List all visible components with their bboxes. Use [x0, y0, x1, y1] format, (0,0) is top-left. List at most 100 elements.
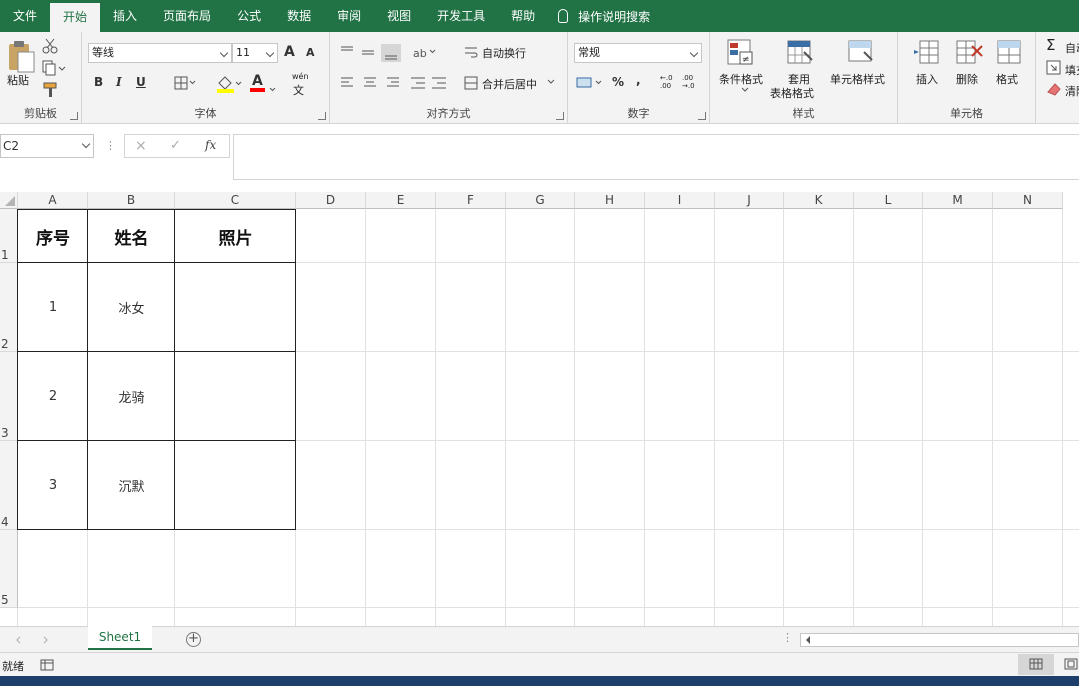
indent-icons[interactable] [410, 76, 450, 90]
insert-cells-button[interactable]: 插入 [916, 71, 938, 87]
tab-home[interactable]: 开始 [50, 3, 101, 32]
font-launcher[interactable] [318, 112, 326, 120]
chevron-down-icon[interactable] [547, 79, 555, 85]
conditional-format-button[interactable]: 条件格式 [719, 71, 763, 87]
row-header-4[interactable]: 4 [0, 441, 18, 530]
tab-file[interactable]: 文件 [0, 0, 50, 32]
tab-view[interactable]: 视图 [374, 0, 424, 32]
cell-index[interactable]: 2 [18, 352, 88, 441]
header-cell-name[interactable]: 姓名 [88, 209, 175, 263]
cell-index[interactable]: 3 [18, 441, 88, 530]
cell-photo[interactable] [175, 441, 296, 530]
column-header-g[interactable]: G [506, 192, 575, 209]
row-header-5[interactable]: 5 [0, 530, 18, 608]
format-as-table-icon[interactable] [786, 38, 814, 68]
autosum-button[interactable]: 自动 [1065, 40, 1079, 56]
number-format-dropdown[interactable]: 常规 [574, 43, 702, 63]
column-header-d[interactable]: D [296, 192, 366, 209]
format-painter-icon[interactable] [42, 82, 60, 98]
grow-font-button[interactable]: A [284, 44, 295, 60]
tab-insert[interactable]: 插入 [100, 0, 150, 32]
formula-input[interactable] [233, 134, 1079, 180]
row-header-1[interactable]: 1 [0, 209, 18, 263]
cell-styles-icon[interactable] [847, 38, 875, 68]
borders-icon[interactable] [174, 76, 196, 90]
column-header-j[interactable]: J [715, 192, 784, 209]
column-header-a[interactable]: A [18, 192, 88, 209]
font-size-dropdown[interactable]: 11 [232, 43, 278, 63]
font-color-button[interactable]: A [252, 73, 263, 89]
insert-cells-icon[interactable] [914, 38, 942, 68]
orientation-icon[interactable]: ab [412, 44, 438, 60]
cancel-icon[interactable]: × [135, 138, 147, 154]
enter-icon[interactable]: ✓ [170, 138, 181, 153]
font-name-dropdown[interactable]: 等线 [88, 43, 232, 63]
increase-decimal-button[interactable]: ←.0 .00 [660, 74, 673, 90]
row-header-3[interactable]: 3 [0, 352, 18, 441]
column-header-b[interactable]: B [88, 192, 175, 209]
merge-center-icon[interactable] [464, 76, 478, 90]
cut-icon[interactable] [42, 38, 58, 54]
tab-data[interactable]: 数据 [274, 0, 324, 32]
add-sheet-button[interactable]: + [186, 632, 201, 647]
horizontal-align-icons[interactable] [340, 76, 406, 90]
italic-button[interactable]: I [116, 75, 122, 89]
cell-name[interactable]: 龙骑 [88, 352, 175, 441]
clipboard-launcher[interactable] [70, 112, 78, 120]
column-header-l[interactable]: L [854, 192, 923, 209]
column-header-c[interactable]: C [175, 192, 296, 209]
decrease-decimal-button[interactable]: .00 →.0 [682, 74, 695, 90]
percent-button[interactable]: % [612, 75, 624, 89]
format-cells-icon[interactable] [995, 38, 1023, 68]
underline-button[interactable]: U [136, 75, 146, 89]
cell-photo[interactable] [175, 352, 296, 441]
column-header-i[interactable]: I [645, 192, 715, 209]
cell-name[interactable]: 沉默 [88, 441, 175, 530]
conditional-format-icon[interactable]: ≠ [726, 38, 754, 68]
format-cells-button[interactable]: 格式 [996, 71, 1018, 87]
column-header-n[interactable]: N [993, 192, 1063, 209]
tab-review[interactable]: 审阅 [324, 0, 374, 32]
normal-view-button[interactable] [1018, 654, 1054, 675]
insert-function-icon[interactable]: fx [205, 138, 216, 152]
scroll-left-icon[interactable] [802, 634, 814, 646]
delete-cells-button[interactable]: 删除 [956, 71, 978, 87]
row-header-2[interactable]: 2 [0, 263, 18, 352]
tab-split-grip[interactable]: ⋮ [782, 631, 793, 644]
tab-page-layout[interactable]: 页面布局 [150, 0, 224, 32]
sheet-nav-arrows-icon[interactable] [14, 635, 54, 645]
format-as-table-label-2[interactable]: 表格格式 [770, 85, 814, 101]
fill-button[interactable]: 填充 [1065, 62, 1079, 78]
fill-icon[interactable] [1046, 60, 1062, 76]
comma-button[interactable]: , [636, 73, 641, 87]
header-cell-photo[interactable]: 照片 [175, 209, 296, 263]
column-header-k[interactable]: K [784, 192, 854, 209]
currency-icon[interactable] [576, 75, 604, 91]
select-all-corner[interactable] [0, 192, 18, 209]
delete-cells-icon[interactable] [954, 38, 984, 68]
merge-center-button[interactable]: 合并后居中 [482, 76, 537, 92]
wrap-text-icon[interactable] [464, 45, 478, 59]
tell-me-search[interactable]: 操作说明搜索 [548, 8, 660, 25]
header-cell-index[interactable]: 序号 [18, 209, 88, 263]
macro-record-icon[interactable] [40, 658, 54, 671]
number-launcher[interactable] [698, 112, 706, 120]
column-header-h[interactable]: H [575, 192, 645, 209]
bold-button[interactable]: B [94, 75, 103, 89]
phonetic-char-label[interactable]: 文 [293, 82, 304, 98]
worksheet-grid[interactable]: A B C D E F G H I J K L M N 1 2 3 4 5 序号 姓名 照片 1 冰女 2 龙骑 3 沉默 [0, 192, 1079, 626]
fill-color-icon[interactable] [216, 74, 242, 94]
cell-index[interactable]: 1 [18, 263, 88, 352]
horizontal-scrollbar[interactable] [800, 633, 1079, 647]
tab-help[interactable]: 帮助 [498, 0, 548, 32]
cell-photo[interactable] [175, 263, 296, 352]
shrink-font-button[interactable]: A [306, 46, 315, 59]
page-layout-view-icon[interactable] [1064, 658, 1078, 670]
alignment-launcher[interactable] [556, 112, 564, 120]
cell-name[interactable]: 冰女 [88, 263, 175, 352]
paste-icon[interactable] [6, 40, 36, 74]
tab-formulas[interactable]: 公式 [224, 0, 274, 32]
phonetic-top-label[interactable]: wén [292, 72, 309, 81]
column-header-e[interactable]: E [366, 192, 436, 209]
autosum-icon[interactable]: Σ [1046, 36, 1055, 54]
